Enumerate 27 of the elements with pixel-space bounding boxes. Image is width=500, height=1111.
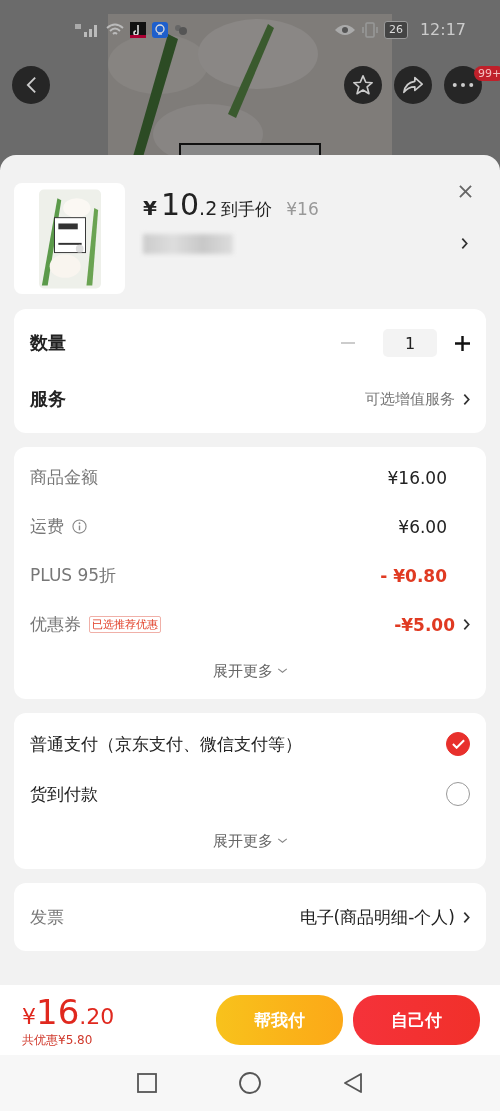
final-price: ¥10.2: [143, 187, 218, 222]
invoice-label: 发票: [30, 905, 64, 929]
quantity-field[interactable]: 1: [383, 329, 437, 357]
total-price: ¥16.20: [22, 991, 116, 1032]
fee-amount: ¥6.00: [398, 516, 447, 537]
total-savings: 共优惠¥5.80: [22, 1031, 94, 1049]
payment-option[interactable]: 普通支付（京东支付、微信支付等）: [30, 732, 446, 756]
fee-label: 商品金额: [30, 466, 98, 489]
price-label: 到手价: [221, 198, 273, 221]
expand-more-link[interactable]: 展开更多: [212, 661, 288, 681]
expand-more-link[interactable]: 展开更多: [212, 831, 288, 851]
payment-option[interactable]: 货到付款: [30, 782, 446, 806]
fee-label: 运费: [30, 515, 64, 538]
fee-amount: ¥16.00: [387, 467, 447, 488]
option-label: 数量: [30, 331, 66, 355]
coupon-tag: 已选推荐优惠: [89, 616, 161, 633]
fee-label: PLUS 95折: [30, 564, 117, 587]
option-label: 服务: [30, 387, 66, 411]
fee-amount: -¥5.00: [394, 614, 455, 635]
original-price: ¥16: [286, 199, 319, 219]
fee-label: 优惠券: [30, 613, 81, 636]
pay-button[interactable]: 自己付: [353, 995, 480, 1045]
fee-amount: - ¥0.80: [380, 565, 447, 586]
notification-badge: 99+: [474, 66, 500, 81]
service-link[interactable]: 可选增值服务: [365, 389, 455, 409]
clock-time: 12:17: [419, 20, 466, 39]
invoice-value[interactable]: 电子(商品明细-个人): [299, 905, 455, 929]
